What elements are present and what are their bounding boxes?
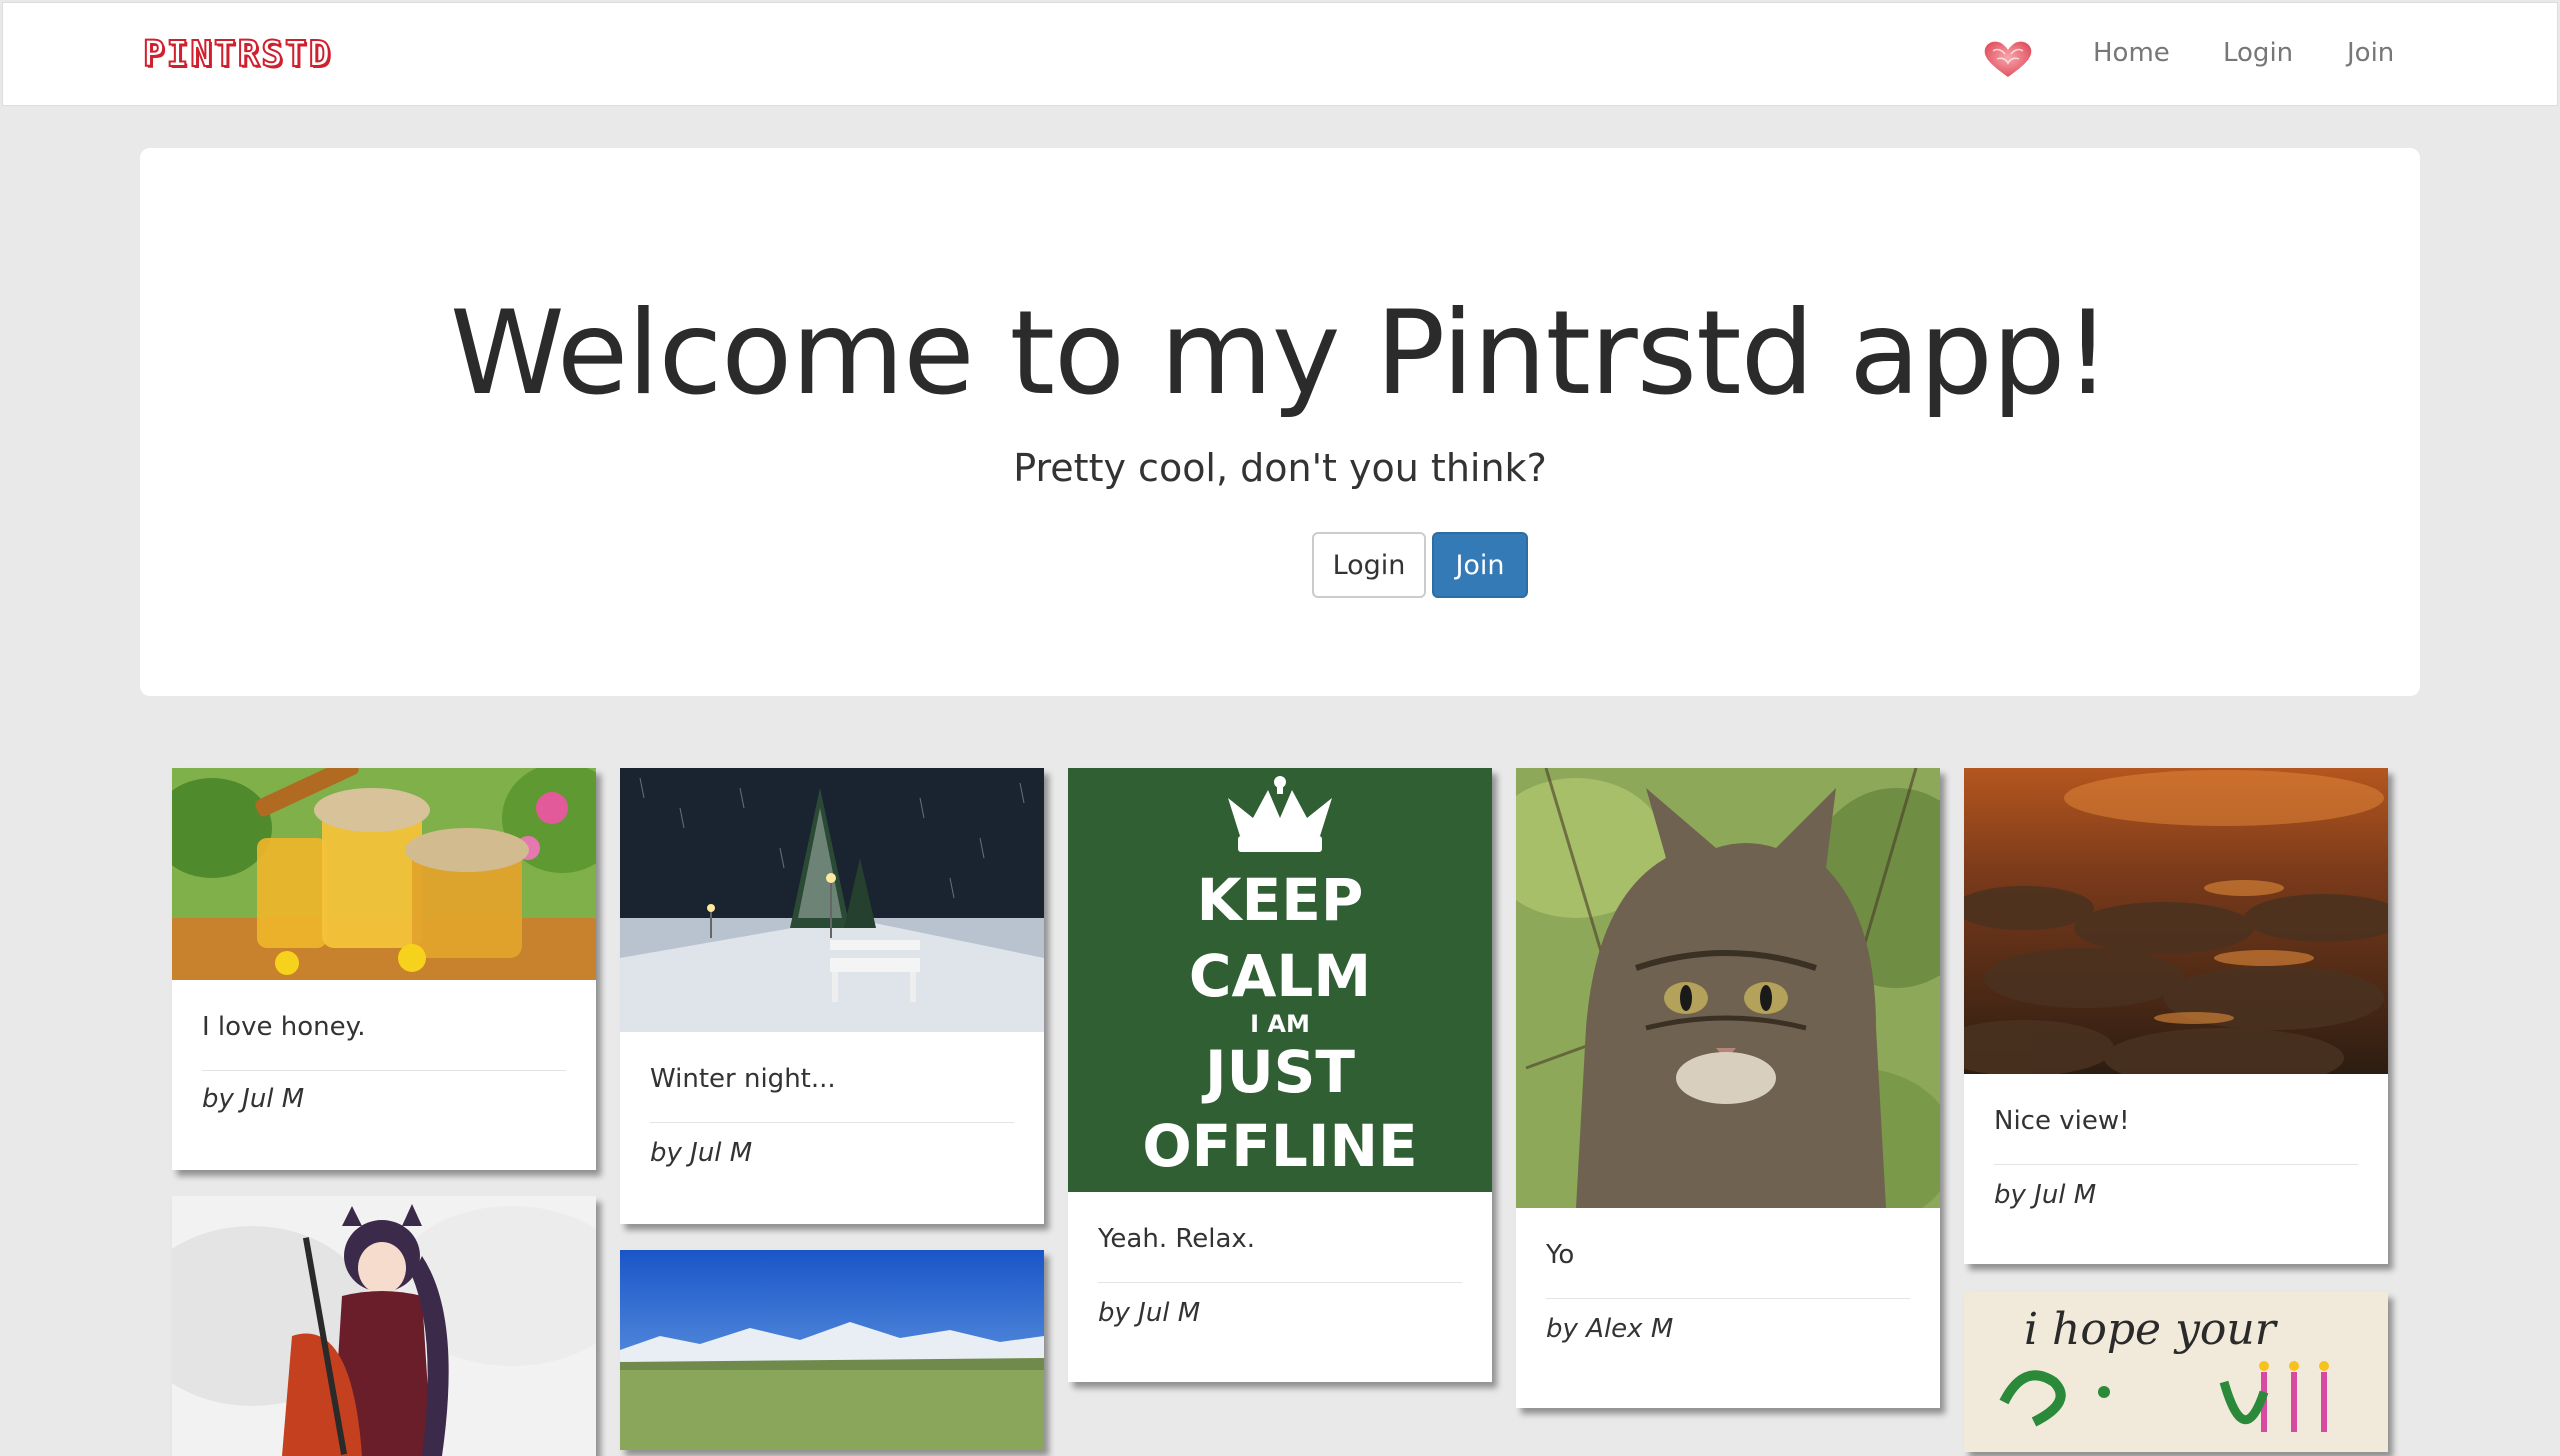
pin-author: by Jul M bbox=[202, 1084, 305, 1114]
pin-divider bbox=[202, 1070, 566, 1071]
pin-image-winter-night[interactable] bbox=[620, 768, 1044, 1032]
pin-image-tabby-cat[interactable] bbox=[1516, 768, 1940, 1208]
pin-author: by Jul M bbox=[1098, 1298, 1201, 1328]
pin-card[interactable] bbox=[172, 1196, 596, 1456]
pin-image-anime-warrior[interactable] bbox=[172, 1196, 596, 1456]
heart-icon[interactable] bbox=[1981, 39, 2035, 79]
pin-image-handwritten-card[interactable]: i hope your bbox=[1964, 1292, 2388, 1452]
pin-image-honey[interactable] bbox=[172, 768, 596, 980]
pin-description: Winter night... bbox=[650, 1064, 836, 1094]
pin-card[interactable]: I love honey. by Jul M bbox=[172, 768, 596, 1170]
poster-line-calm: CALM bbox=[1189, 942, 1371, 1010]
pin-divider bbox=[650, 1122, 1014, 1123]
pin-author: by Jul M bbox=[1994, 1180, 2097, 1210]
pin-card[interactable]: i hope your bbox=[1964, 1292, 2388, 1452]
nav-join-link[interactable]: Join bbox=[2347, 37, 2394, 71]
pin-divider bbox=[1994, 1164, 2358, 1165]
poster-line-i-am: I AM bbox=[1250, 1010, 1310, 1038]
pin-description: Yeah. Relax. bbox=[1098, 1224, 1256, 1254]
poster-line-keep: KEEP bbox=[1197, 866, 1364, 934]
pin-card[interactable]: Winter night... by Jul M bbox=[620, 768, 1044, 1224]
hero-jumbotron: Welcome to my Pintrstd app! Pretty cool,… bbox=[140, 148, 2420, 696]
hero-title: Welcome to my Pintrstd app! bbox=[450, 286, 2111, 421]
hero-login-button[interactable]: Login bbox=[1312, 532, 1426, 598]
pin-image-sunset-above-clouds[interactable] bbox=[1964, 768, 2388, 1074]
pin-image-keep-calm-poster[interactable]: KEEP CALM I AM JUST OFFLINE bbox=[1068, 768, 1492, 1192]
hero-subtitle: Pretty cool, don't you think? bbox=[1013, 446, 1547, 490]
pin-description: Nice view! bbox=[1994, 1106, 2130, 1136]
pin-divider bbox=[1098, 1282, 1462, 1283]
pin-card[interactable]: KEEP CALM I AM JUST OFFLINE Yeah. Relax.… bbox=[1068, 768, 1492, 1382]
nav-home-link[interactable]: Home bbox=[2093, 37, 2170, 71]
pin-card[interactable]: Nice view! by Jul M bbox=[1964, 768, 2388, 1264]
poster-line-just: JUST bbox=[1201, 1038, 1355, 1106]
pin-description: Yo bbox=[1546, 1240, 1575, 1270]
pin-card[interactable] bbox=[620, 1250, 1044, 1450]
pin-divider bbox=[1546, 1298, 1910, 1299]
pin-description: I love honey. bbox=[202, 1012, 366, 1042]
pin-author: by Alex M bbox=[1546, 1314, 1674, 1344]
pin-image-mountain-landscape[interactable] bbox=[620, 1250, 1044, 1450]
navbar: PINTRSTD Home Login Join bbox=[2, 2, 2558, 106]
pin-author: by Jul M bbox=[650, 1138, 753, 1168]
hero-join-button[interactable]: Join bbox=[1432, 532, 1528, 598]
pin-card[interactable]: Yo by Alex M bbox=[1516, 768, 1940, 1408]
brand-logo[interactable]: PINTRSTD bbox=[142, 36, 332, 74]
nav-login-link[interactable]: Login bbox=[2223, 37, 2293, 71]
poster-line-offline: OFFLINE bbox=[1142, 1112, 1417, 1180]
card-handwriting: i hope your bbox=[2024, 1304, 2279, 1355]
